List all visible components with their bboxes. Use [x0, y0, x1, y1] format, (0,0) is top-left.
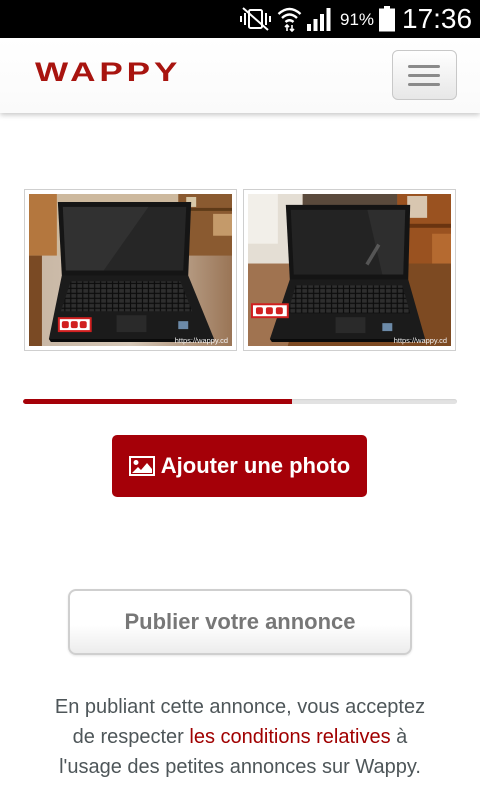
add-photo-label: Ajouter une photo — [160, 453, 351, 478]
hamburger-bar — [408, 83, 440, 86]
add-photo-button[interactable]: Ajouter une photo — [112, 435, 367, 497]
wifi-icon — [277, 7, 302, 32]
screen: 91% 17:36 WAPPY https://wappy.cd https:/… — [0, 0, 480, 800]
clock: 17:36 — [402, 3, 473, 34]
photo-thumbnail[interactable]: https://wappy.cd — [243, 189, 456, 351]
hamburger-icon — [408, 65, 440, 86]
laptop — [269, 204, 426, 343]
price-sticker — [57, 317, 92, 333]
battery-icon — [379, 6, 395, 32]
laptop-photo: https://wappy.cd — [248, 194, 451, 346]
laptop-photo: https://wappy.cd — [29, 194, 232, 346]
photo-thumbnail[interactable]: https://wappy.cd — [24, 189, 237, 351]
terms-text: En publiant cette annonce, vous acceptez… — [50, 692, 430, 782]
terms-link[interactable]: les conditions relatives — [189, 726, 390, 748]
hamburger-bar — [408, 65, 440, 68]
vibrate-off-icon — [240, 7, 271, 31]
status-bar: 91% 17:36 — [0, 0, 480, 38]
image-icon — [128, 456, 155, 476]
hamburger-bar — [408, 74, 440, 77]
signal-icon — [307, 8, 331, 31]
price-sticker — [250, 303, 289, 319]
battery-percent: 91% — [340, 10, 375, 29]
upload-progress-bar — [23, 399, 457, 404]
logo[interactable]: WAPPY — [35, 59, 181, 86]
menu-button[interactable] — [392, 50, 457, 100]
photo-watermark: https://wappy.cd — [175, 336, 228, 345]
publish-button[interactable]: Publier votre annonce — [68, 589, 412, 655]
photo-watermark: https://wappy.cd — [394, 336, 447, 345]
upload-progress-fill — [23, 399, 293, 404]
navbar: WAPPY — [0, 38, 480, 113]
